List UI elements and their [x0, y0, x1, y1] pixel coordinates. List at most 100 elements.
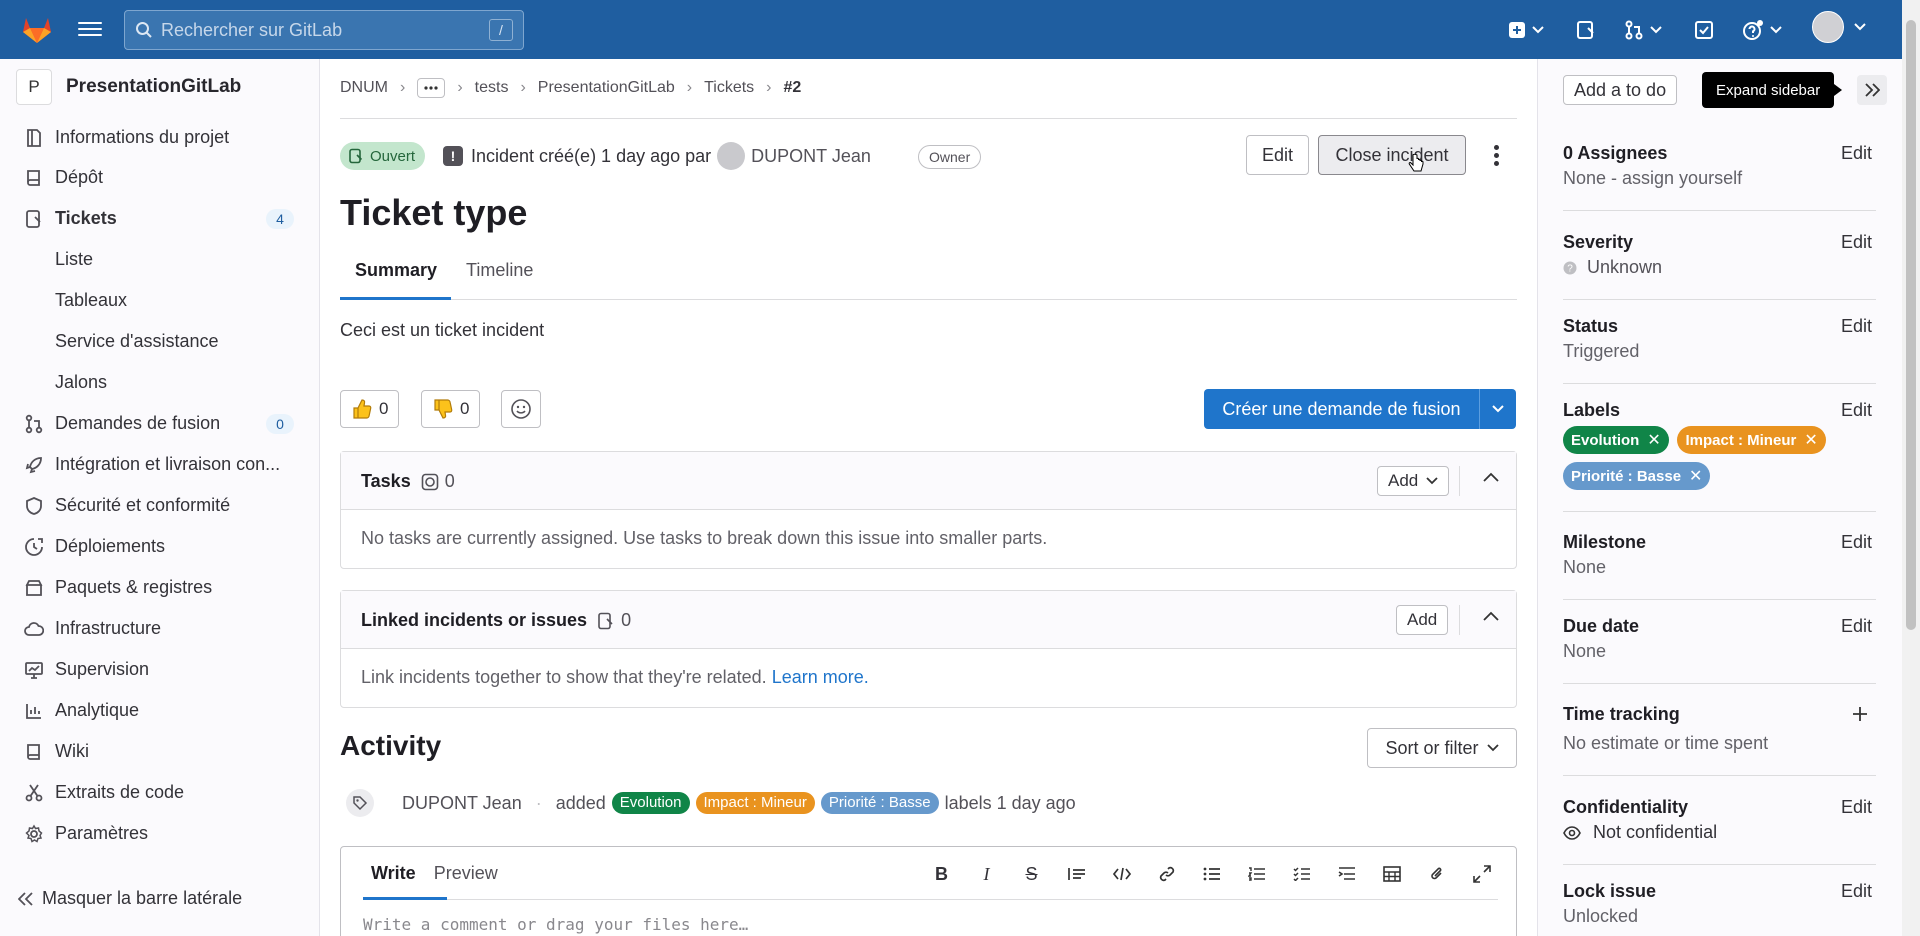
- more-actions-icon[interactable]: [1488, 142, 1504, 170]
- label-impact-mineur[interactable]: Impact : Mineur: [695, 792, 815, 814]
- table-icon[interactable]: [1369, 861, 1414, 887]
- sidebar-item-project-info[interactable]: Informations du projet: [0, 119, 320, 155]
- activity-item: DUPONT Jean · added Evolution Impact : M…: [346, 788, 1076, 818]
- sidebar-item-tickets[interactable]: Tickets 4: [0, 200, 320, 236]
- add-task-button[interactable]: Add: [1377, 466, 1450, 496]
- attachment-icon[interactable]: [1414, 861, 1459, 887]
- strikethrough-icon[interactable]: S: [1009, 861, 1054, 887]
- author-avatar[interactable]: [717, 142, 746, 170]
- scrollbar-thumb[interactable]: [1906, 20, 1916, 630]
- edit-confidentiality-button[interactable]: Edit: [1841, 797, 1872, 818]
- bulleted-list-icon[interactable]: [1189, 861, 1234, 887]
- sidebar-item-snippets[interactable]: Extraits de code: [0, 774, 320, 810]
- bold-icon[interactable]: B: [919, 861, 964, 887]
- sidebar-subitem-service-desk[interactable]: Service d'assistance: [0, 323, 320, 359]
- sidebar-item-packages[interactable]: Paquets & registres: [0, 569, 320, 605]
- sidebar-item-wiki[interactable]: Wiki: [0, 733, 320, 769]
- remove-label-icon[interactable]: ✕: [1647, 430, 1660, 450]
- edit-due-date-button[interactable]: Edit: [1841, 616, 1872, 637]
- quote-icon[interactable]: [1054, 861, 1099, 887]
- chevron-up-icon[interactable]: [1483, 472, 1499, 482]
- sidebar-item-infrastructure[interactable]: Infrastructure: [0, 610, 320, 646]
- sidebar-item-security[interactable]: Sécurité et conformité: [0, 487, 320, 523]
- edit-button[interactable]: Edit: [1246, 135, 1309, 175]
- breadcrumb-item[interactable]: Tickets: [704, 79, 754, 97]
- breadcrumb-current[interactable]: #2: [784, 79, 802, 97]
- sidebar-item-deployments[interactable]: Déploiements: [0, 528, 320, 564]
- collapse-sidebar-button[interactable]: Masquer la barre latérale: [18, 888, 242, 909]
- expand-sidebar-button[interactable]: [1857, 75, 1887, 105]
- tab-write[interactable]: Write: [371, 863, 416, 884]
- tab-timeline[interactable]: Timeline: [466, 260, 533, 281]
- sidebar-subitem-list[interactable]: Liste: [0, 241, 320, 277]
- hamburger-menu-icon[interactable]: [78, 18, 102, 40]
- chevron-up-icon[interactable]: [1483, 611, 1499, 621]
- sidebar-item-ci-cd[interactable]: Intégration et livraison con...: [0, 446, 320, 482]
- remove-label-icon[interactable]: ✕: [1804, 430, 1817, 450]
- user-menu[interactable]: [1812, 11, 1866, 43]
- merge-requests-shortcut[interactable]: [1624, 17, 1662, 43]
- label-evolution[interactable]: Evolution ✕: [1563, 426, 1669, 454]
- sidebar-item-settings[interactable]: Paramètres: [0, 815, 320, 851]
- gitlab-logo-icon[interactable]: [20, 12, 54, 46]
- fullscreen-icon[interactable]: [1459, 861, 1504, 887]
- label-list: Evolution ✕ Impact : Mineur ✕ Priorité : B…: [1563, 426, 1876, 498]
- tab-preview[interactable]: Preview: [434, 863, 498, 884]
- sidebar-item-analytics[interactable]: Analytique: [0, 692, 320, 728]
- label-evolution[interactable]: Evolution: [611, 792, 690, 814]
- edit-lock-button[interactable]: Edit: [1841, 881, 1872, 902]
- label-priorite-basse[interactable]: Priorité : Basse: [820, 792, 939, 814]
- remove-label-icon[interactable]: ✕: [1689, 466, 1702, 486]
- assign-yourself-link[interactable]: None - assign yourself: [1563, 168, 1742, 189]
- breadcrumb-item[interactable]: tests: [475, 79, 509, 97]
- sidebar-item-merge-requests[interactable]: Demandes de fusion 0: [0, 405, 320, 441]
- thumbs-down-button[interactable]: 0: [421, 390, 481, 428]
- sidebar-subitem-boards[interactable]: Tableaux: [0, 282, 320, 318]
- edit-assignees-button[interactable]: Edit: [1841, 143, 1872, 164]
- thumbs-up-button[interactable]: 0: [340, 390, 400, 428]
- breadcrumb-item[interactable]: DNUM: [340, 79, 388, 97]
- add-todo-button[interactable]: Add a to do: [1563, 75, 1678, 105]
- learn-more-link[interactable]: Learn more.: [772, 667, 869, 687]
- create-merge-request-button[interactable]: Créer une demande de fusion: [1204, 389, 1516, 429]
- help-dropdown[interactable]: [1742, 17, 1782, 43]
- plus-icon[interactable]: [1852, 706, 1868, 722]
- search-bar[interactable]: Rechercher sur GitLab /: [124, 10, 524, 50]
- edit-milestone-button[interactable]: Edit: [1841, 532, 1872, 553]
- issues-shortcut[interactable]: [1576, 17, 1596, 43]
- code-icon[interactable]: [1099, 861, 1144, 887]
- task-list-icon[interactable]: [1279, 861, 1324, 887]
- page-scrollbar[interactable]: [1902, 0, 1920, 936]
- italic-icon[interactable]: I: [964, 861, 1009, 887]
- tasks-header: Tasks 0 Add: [341, 452, 1516, 510]
- edit-labels-button[interactable]: Edit: [1841, 400, 1872, 421]
- link-icon[interactable]: [1144, 861, 1189, 887]
- label-priorite-basse[interactable]: Priorité : Basse ✕: [1563, 462, 1711, 490]
- create-new-dropdown[interactable]: [1508, 17, 1544, 43]
- create-merge-request-dropdown[interactable]: [1479, 389, 1516, 429]
- edit-severity-button[interactable]: Edit: [1841, 232, 1872, 253]
- breadcrumb-ellipsis-button[interactable]: [417, 78, 446, 98]
- sidebar-item-monitor[interactable]: Supervision: [0, 651, 320, 687]
- numbered-list-icon[interactable]: [1234, 861, 1279, 887]
- sidebar-item-repository[interactable]: Dépôt: [0, 159, 320, 195]
- linked-items-header: Linked incidents or issues 0 Add: [341, 591, 1516, 649]
- sidebar-item-label: Analytique: [55, 699, 140, 720]
- project-header[interactable]: P PresentationGitLab: [16, 69, 241, 105]
- sort-filter-dropdown[interactable]: Sort or filter: [1367, 728, 1517, 768]
- comment-input[interactable]: Write a comment or drag your files here…: [363, 915, 748, 934]
- tab-summary[interactable]: Summary: [355, 260, 437, 281]
- activity-action: added: [555, 792, 606, 813]
- author-name[interactable]: DUPONT Jean: [751, 146, 871, 167]
- edit-status-button[interactable]: Edit: [1841, 316, 1872, 337]
- breadcrumb-item[interactable]: PresentationGitLab: [538, 79, 675, 97]
- activity-author[interactable]: DUPONT Jean: [402, 793, 522, 814]
- label-impact-mineur[interactable]: Impact : Mineur ✕: [1677, 426, 1826, 454]
- collapsible-section-icon[interactable]: [1324, 861, 1369, 887]
- close-incident-button[interactable]: Close incident: [1318, 135, 1466, 175]
- sidebar-subitem-milestones[interactable]: Jalons: [0, 364, 320, 400]
- todos-shortcut[interactable]: [1694, 17, 1714, 43]
- add-reaction-button[interactable]: [501, 390, 541, 428]
- sidebar-item-label: Tickets: [55, 207, 117, 228]
- add-linked-item-button[interactable]: Add: [1396, 605, 1449, 635]
